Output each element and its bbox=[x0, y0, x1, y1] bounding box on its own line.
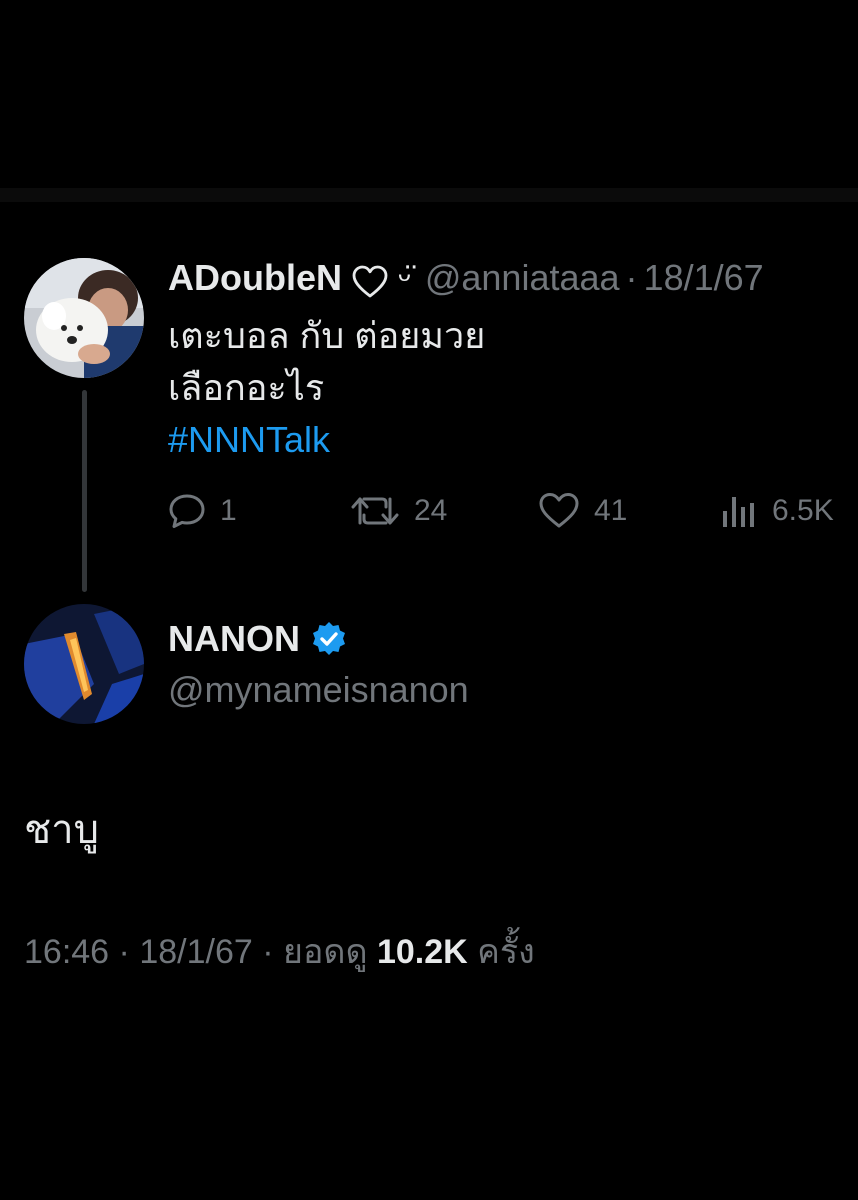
views-count: 6.5K bbox=[772, 494, 834, 527]
section-divider bbox=[0, 188, 858, 202]
tweet-text: ชาบู bbox=[24, 808, 99, 852]
author-handle[interactable]: @mynameisnanon bbox=[168, 664, 469, 716]
like-count: 41 bbox=[594, 494, 628, 527]
author-display-name-row: NANON bbox=[168, 614, 348, 664]
verified-badge-icon bbox=[313, 622, 345, 655]
hashtag-link[interactable]: #NNNTalk bbox=[168, 412, 330, 468]
like-heart-icon bbox=[539, 493, 579, 528]
thread-connector-line bbox=[82, 390, 87, 592]
reply-count: 1 bbox=[220, 494, 237, 527]
reply-text-line-1: เตะบอล กับ ต่อยมวย bbox=[168, 315, 486, 356]
top-area bbox=[0, 0, 858, 188]
retweet-count: 24 bbox=[414, 494, 448, 527]
retweet-icon bbox=[351, 497, 399, 525]
tweet-time[interactable]: 16:46 bbox=[24, 933, 109, 971]
tweet-meta: 16:46 · 18/1/67 · ยอดดู 10.2K ครั้ง bbox=[24, 924, 535, 980]
reply-button[interactable]: 1 bbox=[168, 486, 237, 536]
views-button[interactable]: 6.5K bbox=[720, 486, 834, 536]
avatar-anniataaa[interactable] bbox=[24, 258, 144, 378]
reply-date[interactable]: 18/1/67 bbox=[644, 252, 764, 304]
meta-separator-2: · bbox=[262, 933, 274, 971]
views-chart-icon bbox=[723, 497, 754, 527]
meta-separator-1: · bbox=[118, 933, 130, 971]
retweet-button[interactable]: 24 bbox=[350, 486, 447, 536]
reply-tweet-header: ADoubleN ᵕ̈ @anniataaa · 18/1/67 bbox=[168, 252, 764, 304]
like-button[interactable]: 41 bbox=[538, 486, 627, 536]
reply-display-name[interactable]: ADoubleN bbox=[168, 252, 342, 304]
reply-icon bbox=[169, 494, 205, 528]
reply-text-line-2: เลือกอะไร bbox=[168, 367, 325, 408]
tweet-date[interactable]: 18/1/67 bbox=[139, 933, 252, 971]
avatar-mynameisnanon[interactable] bbox=[24, 604, 144, 724]
heart-outline-icon bbox=[352, 261, 388, 298]
separator-dot: · bbox=[625, 257, 638, 298]
author-display-name[interactable]: NANON bbox=[168, 618, 300, 660]
views-prefix: ยอดดู bbox=[283, 933, 368, 971]
emoticon: ᵕ̈ bbox=[398, 259, 411, 297]
tweet-views-count: 10.2K bbox=[376, 933, 468, 971]
views-suffix: ครั้ง bbox=[477, 933, 535, 971]
reply-handle[interactable]: @anniataaa bbox=[425, 252, 620, 304]
